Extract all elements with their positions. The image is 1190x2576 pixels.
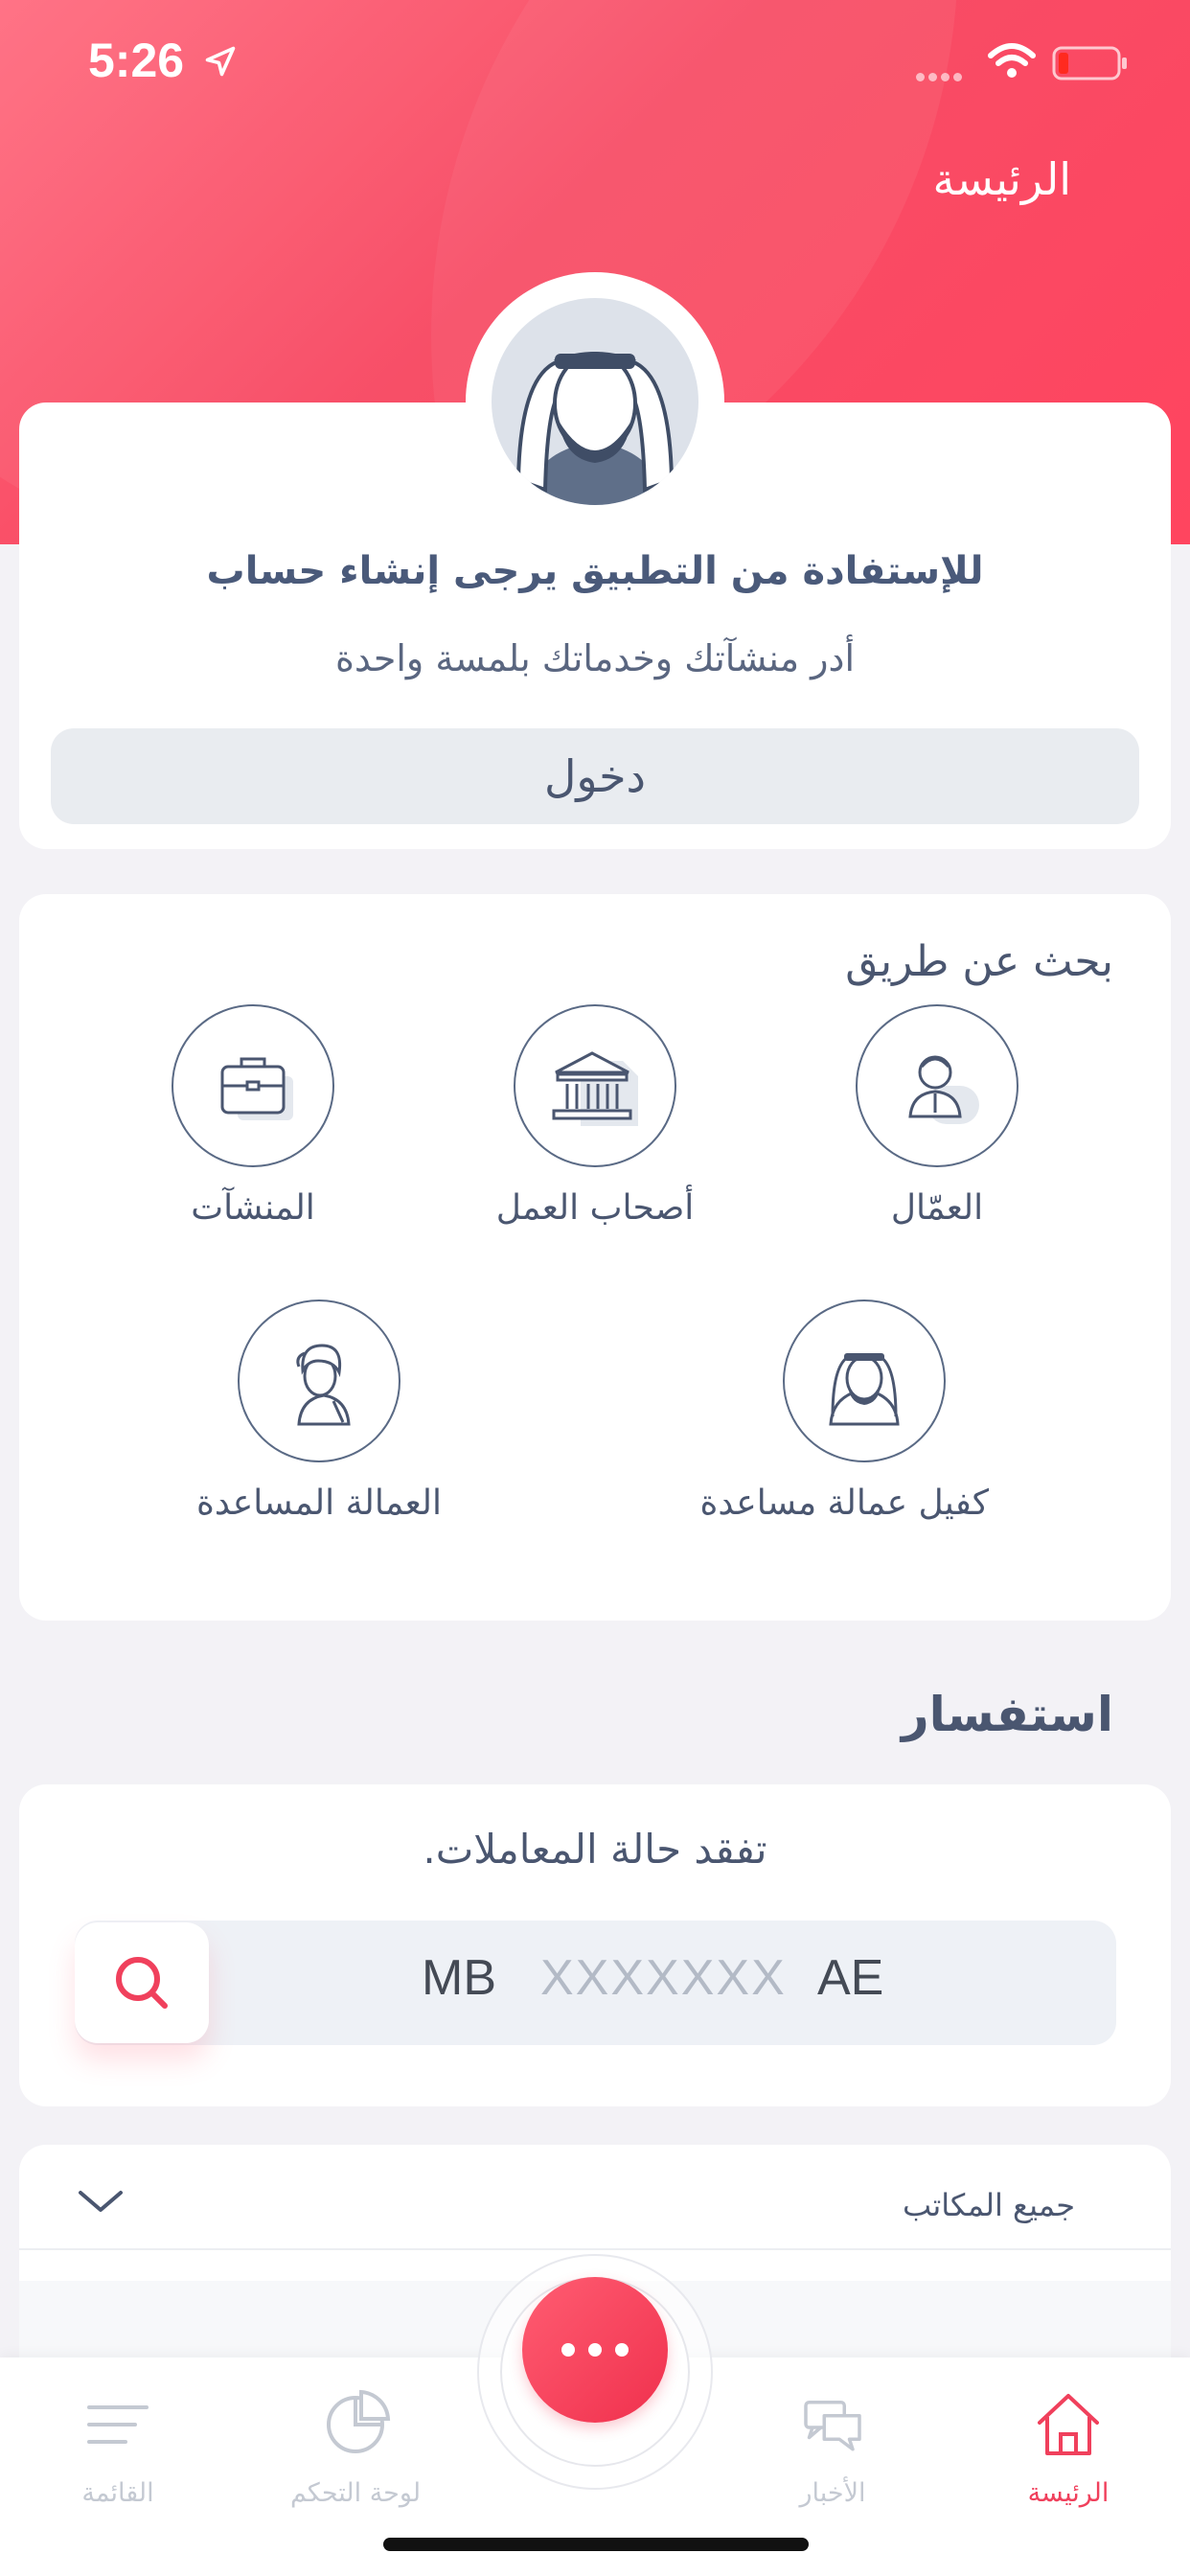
tab-dashboard-label: لوحة التحكم [289,2478,422,2508]
home-icon [1038,2394,1099,2455]
search-workers-label: العمّال [890,1188,984,1228]
tab-news[interactable]: الأخبار [737,2394,928,2508]
menu-lines-icon [87,2405,149,2444]
search-domestic-worker-item[interactable]: العمالة المساعدة [195,1300,444,1523]
search-establishments-item[interactable]: المنشآت [128,1004,378,1228]
signal-icon [916,67,973,81]
login-button[interactable]: دخول [51,728,1139,824]
search-employers-label: أصحاب العمل [495,1188,695,1228]
transaction-prefix: MB [422,1950,496,2006]
transaction-suffix: AE [817,1950,884,2006]
search-icon [116,1957,168,2009]
tab-home-label: الرئيسة [1027,2478,1110,2508]
dashboard-pie-icon [327,2389,391,2453]
tab-news-label: الأخبار [799,2478,866,2508]
tab-dashboard[interactable]: لوحة التحكم [260,2384,451,2508]
divider [19,2248,1171,2250]
search-establishments-label: المنشآت [191,1188,315,1228]
avatar [492,298,698,505]
search-sponsor-item[interactable]: كفيل عمالة مساعدة [699,1300,990,1523]
offices-dropdown-label[interactable]: جميع المكاتب [903,2187,1075,2223]
search-sponsor-label: كفيل عمالة مساعدة [699,1484,990,1523]
search-by-title: بحث عن طريق [845,937,1113,986]
inquiry-title: استفسار [901,1687,1113,1742]
track-transactions-subtitle: تفقد حالة المعاملات. [423,1826,767,1873]
user-avatar-icon [515,352,675,505]
tab-home[interactable]: الرئيسة [973,2384,1164,2508]
search-by-card [19,894,1171,1621]
login-heading: للإستفادة من التطبيق يرجى إنشاء حساب [206,549,984,593]
status-bar: 5:26 [0,0,1190,125]
battery-icon [1052,46,1127,80]
more-dots-icon [561,2343,575,2357]
more-dot [615,2343,629,2357]
news-chat-icon [804,2401,861,2451]
more-actions-button[interactable] [522,2277,668,2423]
login-subtitle: أدر منشآتك وخدماتك بلمسة واحدة [334,637,856,679]
search-button[interactable] [75,1922,209,2043]
search-employers-item[interactable]: أصحاب العمل [470,1004,720,1228]
chevron-down-icon[interactable] [77,2187,125,2216]
more-dot [588,2343,602,2357]
location-arrow-icon [205,46,236,77]
search-domestic-worker-label: العمالة المساعدة [196,1484,442,1523]
tab-menu[interactable]: القائمة [22,2384,214,2508]
page-title: الرئيسة [932,153,1071,205]
tab-menu-label: القائمة [81,2478,154,2508]
domestic-worker-icon [296,1344,351,1426]
search-workers-item[interactable]: العمّال [812,1004,1062,1228]
sponsor-icon [829,1353,900,1426]
status-time: 5:26 [88,34,185,87]
wifi-icon [988,43,1036,78]
worker-icon [908,1055,979,1124]
employer-building-icon [552,1051,638,1126]
transaction-placeholder[interactable]: XXXXXXX [540,1949,787,2007]
briefcase-icon [220,1057,293,1120]
home-indicator[interactable] [383,2538,809,2551]
